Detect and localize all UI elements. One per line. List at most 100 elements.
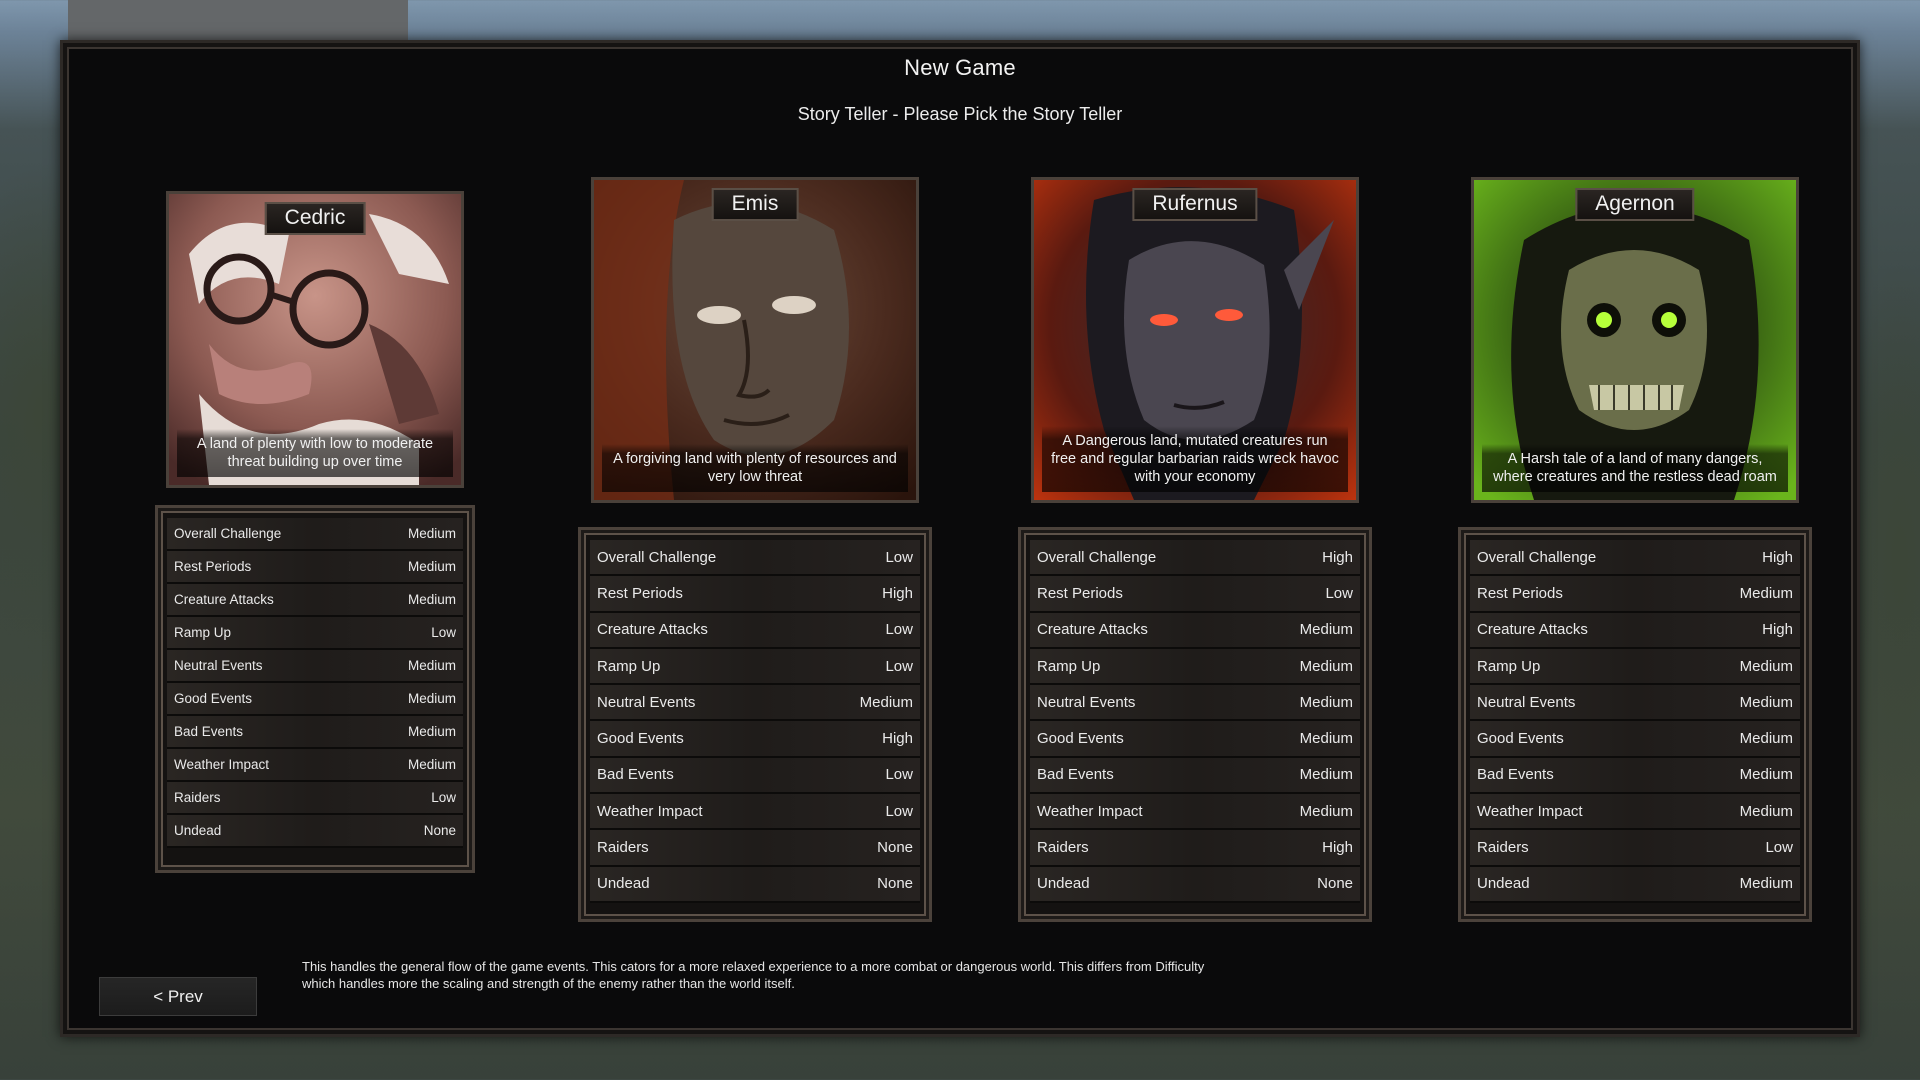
help-text-line: This handles the general flow of the gam… — [302, 959, 1205, 974]
stat-label: Bad Events — [1037, 766, 1114, 784]
storyteller-description: A Harsh tale of a land of many dangers, … — [1482, 444, 1788, 492]
stat-value: Medium — [859, 693, 913, 711]
stat-label: Neutral Events — [1037, 693, 1136, 711]
stat-value: Medium — [1299, 766, 1353, 784]
stat-value: High — [1322, 548, 1353, 566]
stat-value: Low — [1325, 584, 1353, 602]
help-text: This handles the general flow of the gam… — [302, 958, 1302, 992]
stat-row: Rest Periods Medium — [1470, 576, 1800, 613]
stat-value: High — [882, 584, 913, 602]
stat-value: Medium — [1739, 802, 1793, 820]
stat-value: Medium — [1739, 730, 1793, 748]
stat-row: Good Events Medium — [167, 683, 463, 716]
storyteller-name: Cedric — [264, 202, 366, 235]
prev-button[interactable]: < Prev — [99, 977, 257, 1016]
stat-row: Rest Periods Low — [1030, 576, 1360, 613]
stat-row: Ramp Up Medium — [1470, 648, 1800, 686]
stat-label: Weather Impact — [1037, 802, 1143, 820]
stat-row: Bad Events Medium — [1470, 757, 1800, 795]
stat-label: Neutral Events — [597, 693, 696, 711]
stat-row: Undead None — [167, 815, 463, 848]
window-title: New Game — [904, 55, 1016, 80]
stat-value: Medium — [1299, 730, 1353, 748]
stat-value: Medium — [407, 559, 456, 574]
stat-value: Low — [885, 802, 913, 820]
stat-label: Raiders — [1037, 839, 1089, 857]
stat-label: Ramp Up — [1477, 657, 1541, 675]
stat-label: Undead — [1477, 875, 1530, 893]
storyteller-name: Agernon — [1575, 188, 1695, 221]
stat-label: Overall Challenge — [1477, 548, 1597, 566]
storyteller-card-agernon[interactable]: Agernon A Harsh tale of a land of many d… — [1471, 177, 1799, 503]
stat-label: Neutral Events — [1477, 693, 1576, 711]
stat-value: Medium — [1299, 802, 1353, 820]
stat-value: Medium — [1739, 766, 1793, 784]
stat-label: Raiders — [1477, 839, 1529, 857]
stat-row: Ramp Up Low — [167, 617, 463, 650]
stat-row: Rest Periods Medium — [167, 551, 463, 584]
stat-row: Neutral Events Medium — [1030, 685, 1360, 722]
stat-row: Neutral Events Medium — [167, 650, 463, 683]
stat-row: Undead Medium — [1470, 866, 1800, 903]
stat-label: Overall Challenge — [1037, 548, 1157, 566]
storyteller-description: A Dangerous land, mutated creatures run … — [1042, 426, 1348, 492]
stat-row: Rest Periods High — [590, 576, 920, 613]
window-subtitle: Story Teller - Please Pick the Story Tel… — [797, 104, 1123, 124]
stat-row: Overall Challenge Low — [590, 540, 920, 577]
stat-label: Weather Impact — [1477, 802, 1583, 820]
stat-value: Medium — [1299, 621, 1353, 639]
storyteller-name: Rufernus — [1132, 188, 1258, 221]
stat-label: Raiders — [174, 790, 221, 805]
storyteller-card-emis[interactable]: Emis A forgiving land with plenty of res… — [591, 177, 919, 503]
storyteller-card-rufernus[interactable]: Rufernus A Dangerous land, mutated creat… — [1031, 177, 1359, 503]
stats-panel-cedric: Overall Challenge Medium Rest Periods Mediu… — [155, 505, 475, 873]
stat-row: Good Events Medium — [1030, 721, 1360, 758]
stat-value: Medium — [1299, 693, 1353, 711]
stat-row: Raiders Low — [167, 782, 463, 815]
storyteller-description: A forgiving land with plenty of resource… — [602, 444, 908, 492]
stat-row: Ramp Up Medium — [1030, 648, 1360, 686]
stat-value: None — [877, 875, 913, 893]
stat-label: Ramp Up — [597, 657, 661, 675]
stat-value: High — [1762, 621, 1793, 639]
stat-value: None — [877, 839, 913, 857]
stat-value: Low — [885, 621, 913, 639]
storyteller-card-cedric[interactable]: Cedric A land of plenty with low to mode… — [166, 191, 464, 488]
storyteller-name: Emis — [711, 188, 799, 221]
stat-value: Medium — [407, 526, 456, 541]
stat-value: Low — [431, 625, 456, 640]
stat-label: Rest Periods — [174, 559, 252, 574]
stat-label: Good Events — [1477, 730, 1564, 748]
stat-row: Weather Impact Low — [590, 794, 920, 831]
stat-label: Bad Events — [1477, 766, 1554, 784]
stat-row: Creature Attacks Medium — [167, 584, 463, 617]
stat-value: Low — [885, 548, 913, 566]
stat-label: Raiders — [597, 839, 649, 857]
stat-label: Good Events — [597, 730, 684, 748]
stat-row: Creature Attacks Low — [590, 612, 920, 649]
stat-label: Ramp Up — [1037, 657, 1101, 675]
stat-value: Medium — [407, 691, 456, 706]
stat-value: Medium — [1739, 693, 1793, 711]
stat-row: Good Events Medium — [1470, 721, 1800, 758]
stat-row: Overall Challenge High — [1470, 540, 1800, 577]
stats-panel-rufernus: Overall Challenge High Rest Periods Low Crea… — [1018, 527, 1372, 922]
stat-label: Good Events — [174, 691, 253, 706]
stat-row: Weather Impact Medium — [1470, 794, 1800, 831]
stat-value: None — [1317, 875, 1353, 893]
stat-value: Medium — [1739, 657, 1793, 675]
stat-label: Creature Attacks — [1037, 621, 1148, 639]
stat-value: High — [1322, 839, 1353, 857]
stat-value: Medium — [407, 724, 456, 739]
stat-row: Neutral Events Medium — [1470, 685, 1800, 722]
stat-value: Medium — [1299, 657, 1353, 675]
stat-row: Bad Events Medium — [167, 716, 463, 749]
stat-label: Bad Events — [174, 724, 244, 739]
stat-label: Undead — [174, 823, 222, 838]
stat-label: Creature Attacks — [1477, 621, 1588, 639]
stat-row: Ramp Up Low — [590, 648, 920, 686]
stat-row: Good Events High — [590, 721, 920, 758]
storyteller-description: A land of plenty with low to moderate th… — [177, 429, 453, 477]
stat-row: Raiders Low — [1470, 830, 1800, 867]
stat-label: Rest Periods — [597, 584, 683, 602]
